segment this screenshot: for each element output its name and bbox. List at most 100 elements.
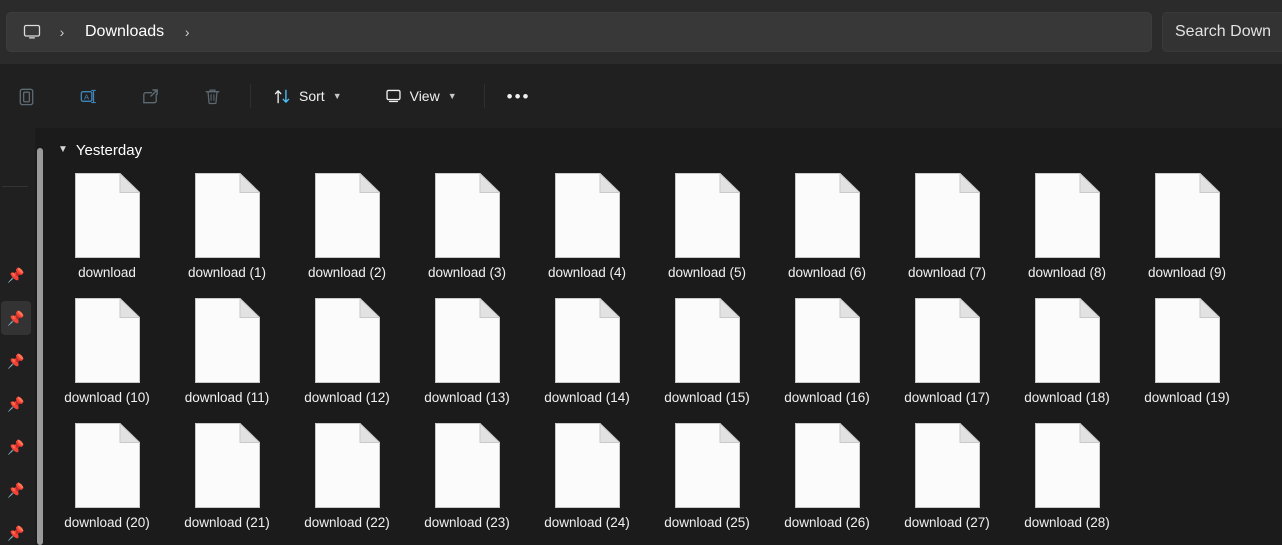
file-tile[interactable]: download (6): [767, 166, 887, 291]
file-name-label: download (11): [184, 390, 270, 405]
file-tile[interactable]: download (20): [47, 416, 167, 541]
file-tile[interactable]: download (24): [527, 416, 647, 541]
document-icon: [554, 298, 620, 383]
file-tile[interactable]: download (1): [167, 166, 287, 291]
trash-icon: [205, 88, 219, 104]
group-title: Yesterday: [75, 141, 143, 159]
file-tile[interactable]: download (4): [527, 166, 647, 291]
file-tile[interactable]: download (2): [287, 166, 407, 291]
rail-item-pin-5[interactable]: 📌: [1, 473, 31, 507]
file-tile[interactable]: download (8): [1007, 166, 1127, 291]
file-tile[interactable]: download (3): [407, 166, 527, 291]
file-name-label: download (5): [667, 265, 747, 280]
file-tile[interactable]: download (16): [767, 291, 887, 416]
file-tile[interactable]: download (26): [767, 416, 887, 541]
file-name-label: download (14): [544, 390, 630, 405]
chevron-down-icon: ▼: [447, 90, 457, 101]
file-grid: download download (1) download (2) download…: [47, 166, 1282, 541]
pin-icon: 📌: [7, 310, 25, 326]
rail-item-pin-3[interactable]: 📌: [1, 387, 31, 421]
file-tile[interactable]: download (18): [1007, 291, 1127, 416]
file-name-label: download (9): [1147, 265, 1227, 280]
file-name-label: download (16): [784, 390, 870, 405]
clipboard-paste-icon: [19, 88, 33, 105]
address-bar[interactable]: › Downloads ›: [6, 12, 1152, 52]
search-input[interactable]: Search Down: [1175, 23, 1271, 41]
file-name-label: download (18): [1024, 390, 1110, 405]
document-icon: [1034, 173, 1100, 258]
rail-item-pin-6[interactable]: 📌: [1, 516, 31, 545]
file-tile[interactable]: download (14): [527, 291, 647, 416]
file-explorer-window: › Downloads › Search Down A Sort ▼ View …: [0, 0, 1282, 545]
document-icon: [1034, 298, 1100, 383]
title-bar: › Downloads › Search Down: [0, 0, 1282, 64]
file-tile[interactable]: download (28): [1007, 416, 1127, 541]
rail-item-pin-4[interactable]: 📌: [1, 430, 31, 464]
file-tile[interactable]: download (12): [287, 291, 407, 416]
rail-item-pin-0[interactable]: 📌: [1, 258, 31, 292]
toolbar-divider-1: [250, 84, 251, 108]
chevron-down-icon[interactable]: ▼: [58, 145, 68, 155]
vertical-scrollbar[interactable]: [35, 128, 47, 545]
document-icon: [434, 298, 500, 383]
file-tile[interactable]: download (9): [1127, 166, 1247, 291]
rename-button[interactable]: A: [68, 78, 108, 114]
file-tile[interactable]: download (11): [167, 291, 287, 416]
breadcrumb-downloads[interactable]: Downloads: [79, 19, 170, 45]
file-tile[interactable]: download (13): [407, 291, 527, 416]
pin-icon: 📌: [7, 353, 25, 369]
breadcrumb-separator-0: ›: [59, 24, 65, 40]
monitor-icon[interactable]: [19, 19, 45, 45]
file-name-label: download (2): [307, 265, 387, 280]
ellipsis-icon: •••: [506, 86, 531, 106]
file-name-label: download (4): [547, 265, 627, 280]
file-tile[interactable]: download (21): [167, 416, 287, 541]
file-tile[interactable]: download (25): [647, 416, 767, 541]
document-icon: [674, 423, 740, 508]
file-tile[interactable]: download (17): [887, 291, 1007, 416]
file-tile[interactable]: download (10): [47, 291, 167, 416]
file-tile[interactable]: download (7): [887, 166, 1007, 291]
scrollbar-thumb[interactable]: [37, 148, 43, 545]
file-name-label: download (28): [1024, 515, 1110, 530]
document-icon: [194, 423, 260, 508]
paste-button[interactable]: [6, 78, 46, 114]
file-tile[interactable]: download (19): [1127, 291, 1247, 416]
file-name-label: download (6): [787, 265, 867, 280]
toolbar-divider-2: [483, 84, 485, 108]
document-icon: [74, 423, 140, 508]
rail-item-pin-2[interactable]: 📌: [1, 344, 31, 378]
see-more-button[interactable]: •••: [498, 78, 540, 114]
navigation-rail: 📌 📌 📌 📌 📌 📌 📌: [0, 128, 35, 545]
file-name-label: download (24): [544, 515, 630, 530]
file-tile[interactable]: download (23): [407, 416, 527, 541]
file-name-label: download (26): [784, 515, 870, 530]
file-tile[interactable]: download (15): [647, 291, 767, 416]
pin-icon: 📌: [7, 482, 25, 498]
file-name-label: download (15): [664, 390, 750, 405]
rail-divider: [2, 186, 28, 187]
document-icon: [914, 298, 980, 383]
breadcrumb-separator-1[interactable]: ›: [174, 18, 200, 46]
group-header-yesterday[interactable]: ▼ Yesterday: [58, 138, 142, 162]
document-icon: [554, 173, 620, 258]
share-icon: [142, 88, 158, 103]
document-icon: [674, 298, 740, 383]
document-icon: [314, 423, 380, 508]
document-icon: [1154, 298, 1220, 383]
view-monitor-icon: [385, 89, 401, 102]
search-box[interactable]: Search Down: [1162, 12, 1282, 52]
file-name-label: download (3): [427, 265, 507, 280]
sort-button[interactable]: Sort ▼: [264, 78, 351, 114]
file-name-label: download (22): [304, 515, 390, 530]
document-icon: [434, 423, 500, 508]
file-tile[interactable]: download (27): [887, 416, 1007, 541]
file-name-label: download (1): [187, 265, 267, 280]
delete-button[interactable]: [192, 78, 232, 114]
share-button[interactable]: [130, 78, 170, 114]
file-tile[interactable]: download: [47, 166, 167, 291]
view-button[interactable]: View ▼: [375, 78, 466, 114]
file-tile[interactable]: download (5): [647, 166, 767, 291]
rail-item-pin-1[interactable]: 📌: [1, 301, 31, 335]
file-tile[interactable]: download (22): [287, 416, 407, 541]
